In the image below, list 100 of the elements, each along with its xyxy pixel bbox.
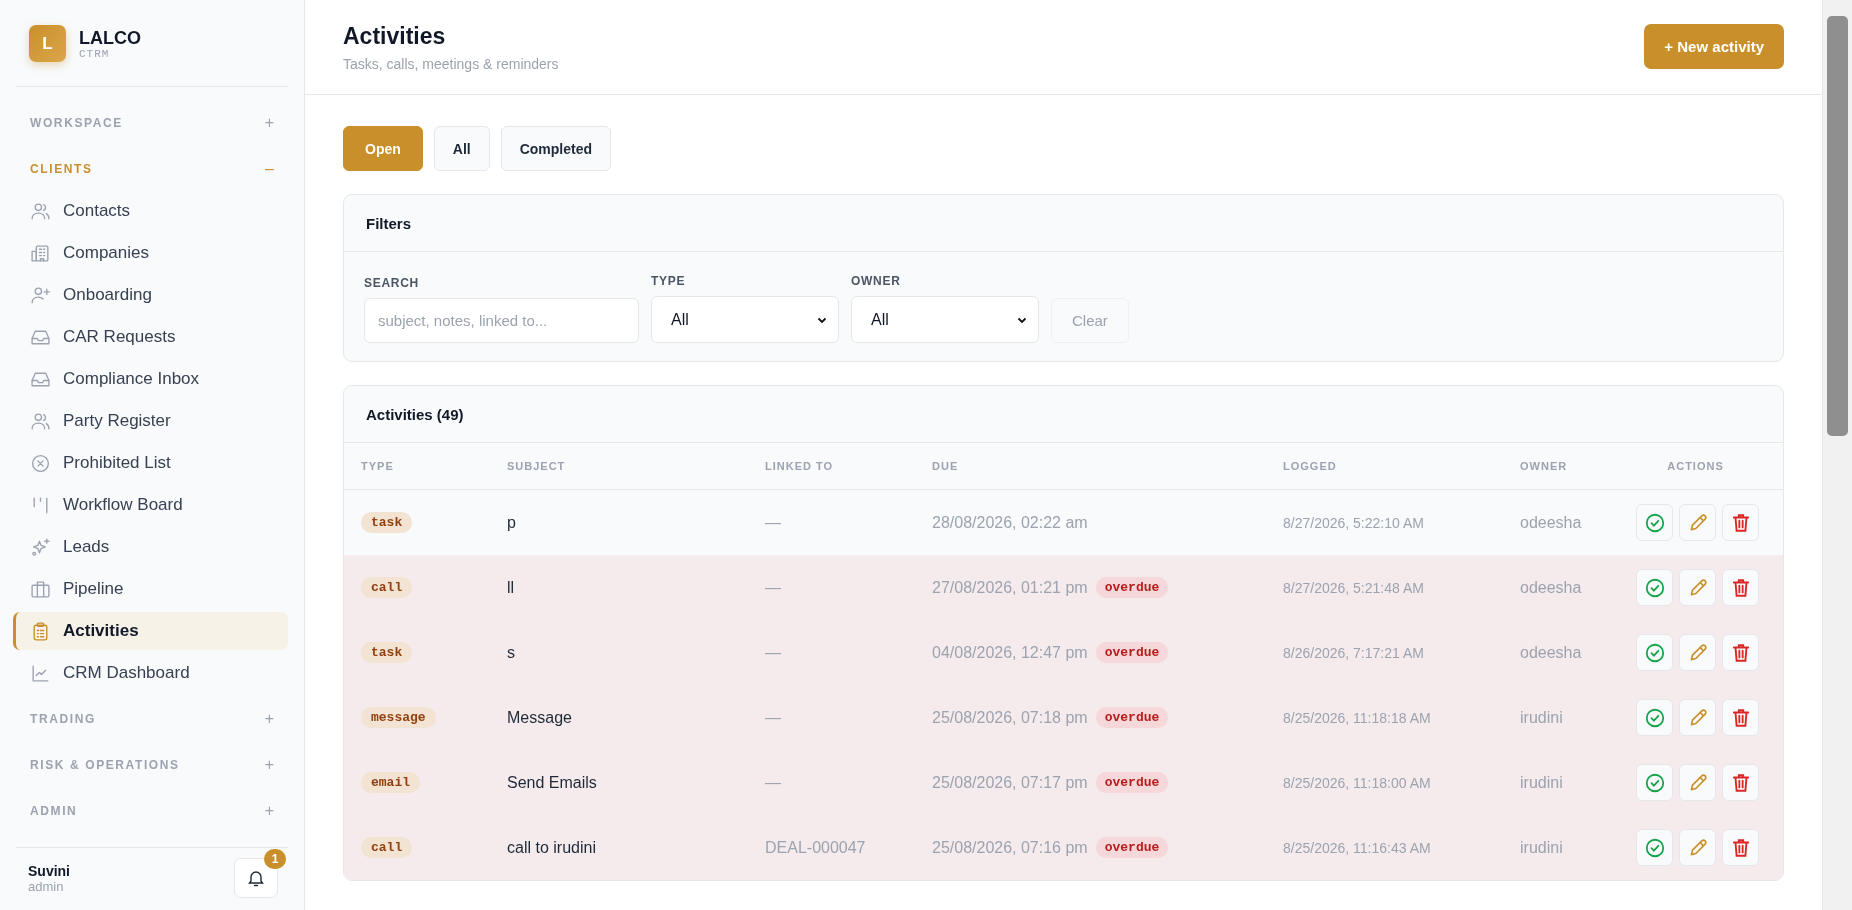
check-circle-icon	[1643, 576, 1666, 599]
nav-item[interactable]: Pipeline	[13, 570, 288, 608]
complete-button[interactable]	[1636, 634, 1673, 671]
search-label: SEARCH	[364, 276, 420, 290]
type-tag: call	[361, 577, 413, 598]
nav-item[interactable]: Contacts	[13, 192, 288, 230]
linked-to-cell: —	[765, 773, 781, 792]
owner-cell: irudini	[1520, 708, 1563, 727]
complete-button[interactable]	[1636, 764, 1673, 801]
complete-button[interactable]	[1636, 504, 1673, 541]
owner-cell: odeesha	[1520, 513, 1582, 532]
status-tab[interactable]: Completed	[500, 126, 611, 171]
edit-button[interactable]	[1679, 504, 1716, 541]
type-tag: message	[361, 707, 436, 728]
delete-button[interactable]	[1722, 569, 1759, 606]
column-header: TYPE	[361, 460, 395, 472]
delete-button[interactable]	[1722, 829, 1759, 866]
due-cell: 25/08/2026, 07:18 pm	[932, 708, 1088, 727]
check-circle-icon	[1643, 511, 1666, 534]
due-cell: 25/08/2026, 07:16 pm	[932, 838, 1088, 857]
linked-to-cell: —	[765, 578, 781, 597]
overdue-tag: overdue	[1095, 642, 1169, 663]
delete-button[interactable]	[1722, 764, 1759, 801]
subject-cell: s	[507, 643, 515, 662]
complete-button[interactable]	[1636, 569, 1673, 606]
column-header: OWNER	[1520, 460, 1569, 472]
owner-select[interactable]: All	[851, 296, 1039, 343]
logged-cell: 8/27/2026, 5:22:10 AM	[1283, 514, 1424, 531]
nav-item[interactable]: CAR Requests	[13, 318, 288, 356]
due-cell: 28/08/2026, 02:22 am	[932, 513, 1088, 532]
page-title: Activities	[343, 22, 447, 50]
sparkle-icon	[30, 536, 51, 558]
subject-cell: call to irudini	[507, 838, 596, 857]
nav-item[interactable]: Leads	[13, 528, 288, 566]
check-circle-icon	[1643, 771, 1666, 794]
user-name: Suvini	[28, 862, 70, 879]
overdue-tag: overdue	[1095, 772, 1169, 793]
due-cell: 04/08/2026, 12:47 pm	[932, 643, 1088, 662]
complete-button[interactable]	[1636, 829, 1673, 866]
scrollbar[interactable]	[1822, 0, 1852, 910]
brand-subtitle: CTRM	[79, 47, 111, 60]
people-icon	[30, 410, 51, 432]
owner-label: OWNER	[851, 274, 902, 288]
linked-to-cell: —	[765, 708, 781, 727]
nav-item[interactable]: Companies	[13, 234, 288, 272]
complete-button[interactable]	[1636, 699, 1673, 736]
type-label: TYPE	[651, 274, 687, 288]
delete-button[interactable]	[1722, 699, 1759, 736]
nav-item[interactable]: Compliance Inbox	[13, 360, 288, 398]
owner-cell: irudini	[1520, 838, 1563, 857]
edit-button[interactable]	[1679, 829, 1716, 866]
edit-button[interactable]	[1679, 699, 1716, 736]
check-circle-icon	[1643, 706, 1666, 729]
type-tag: email	[361, 772, 420, 793]
delete-button[interactable]	[1722, 634, 1759, 671]
table-title: Activities (49)	[366, 405, 464, 423]
column-header: LOGGED	[1283, 460, 1338, 472]
overdue-tag: overdue	[1095, 577, 1169, 598]
nav-item[interactable]: Workflow Board	[13, 486, 288, 524]
person-plus-icon	[30, 284, 51, 306]
type-tag: task	[361, 512, 413, 533]
page-subtitle: Tasks, calls, meetings & reminders	[343, 55, 559, 72]
edit-button[interactable]	[1679, 634, 1716, 671]
overdue-tag: overdue	[1095, 837, 1169, 858]
subject-cell: Send Emails	[507, 773, 597, 792]
column-header: DUE	[932, 460, 960, 472]
overdue-tag: overdue	[1095, 707, 1169, 728]
column-header: LINKED TO	[765, 460, 835, 472]
x-circle-icon	[30, 452, 51, 474]
subject-cell: p	[507, 513, 516, 532]
due-cell: 27/08/2026, 01:21 pm	[932, 578, 1088, 597]
linked-to-cell: —	[765, 643, 781, 662]
people-icon	[30, 200, 51, 222]
check-circle-icon	[1643, 641, 1666, 664]
nav-item[interactable]: CRM Dashboard	[13, 654, 288, 692]
logged-cell: 8/25/2026, 11:18:00 AM	[1283, 774, 1431, 791]
nav-item[interactable]: Activities	[13, 612, 288, 650]
type-select[interactable]: All	[651, 296, 839, 343]
check-circle-icon	[1643, 836, 1666, 859]
delete-button[interactable]	[1722, 504, 1759, 541]
due-cell: 25/08/2026, 07:17 pm	[932, 773, 1088, 792]
subject-cell: Message	[507, 708, 572, 727]
nav-item[interactable]: Party Register	[13, 402, 288, 440]
edit-button[interactable]	[1679, 764, 1716, 801]
logged-cell: 8/27/2026, 5:21:48 AM	[1283, 579, 1424, 596]
column-header: SUBJECT	[507, 460, 567, 472]
brand-name: LALCO	[79, 27, 141, 48]
type-tag: call	[361, 837, 413, 858]
linked-to-cell: DEAL-000047	[765, 838, 866, 857]
nav-item[interactable]: Prohibited List	[13, 444, 288, 482]
briefcase-icon	[30, 578, 51, 600]
nav-item[interactable]: Onboarding	[13, 276, 288, 314]
search-field[interactable]: subject, notes, linked to...	[364, 298, 639, 343]
edit-button[interactable]	[1679, 569, 1716, 606]
linked-to-cell: —	[765, 513, 781, 532]
status-tab[interactable]: All	[433, 126, 490, 171]
building-icon	[30, 242, 51, 264]
notification-badge: 1	[264, 849, 286, 869]
subject-cell: ll	[507, 578, 515, 597]
owner-cell: odeesha	[1520, 643, 1582, 662]
